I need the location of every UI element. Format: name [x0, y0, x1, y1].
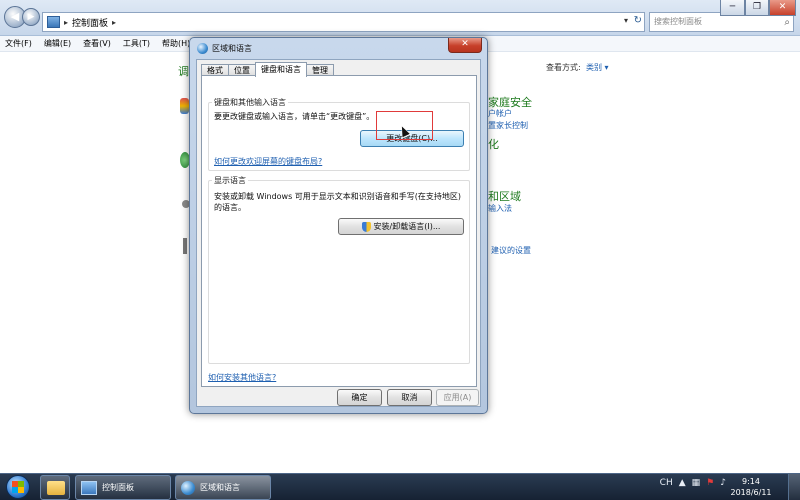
- minimize-button[interactable]: ─: [720, 0, 745, 16]
- taskbar-item-region-language[interactable]: 区域和语言: [175, 475, 271, 500]
- keyboards-group-title: 键盘和其他输入语言: [212, 97, 288, 108]
- control-panel-icon: [47, 16, 60, 28]
- taskbar-item-label: 控制面板: [102, 483, 134, 492]
- view-as-label: 查看方式:: [546, 63, 581, 72]
- breadcrumb-separator[interactable]: ▸: [64, 18, 68, 27]
- view-as-dropdown[interactable]: 类别 ▾: [586, 62, 609, 73]
- taskbar: 控制面板 区域和语言 CH ▲ ▦ ⚑ ♪ 9:14 2018/6/11: [0, 473, 800, 500]
- menu-view[interactable]: 查看(V): [83, 38, 111, 49]
- globe-icon: [197, 43, 208, 54]
- tab-keyboards-languages[interactable]: 键盘和语言: [255, 62, 307, 77]
- control-panel-icon: [81, 480, 97, 495]
- menu-tools[interactable]: 工具(T): [123, 38, 150, 49]
- dialog-body: 格式 位置 键盘和语言 管理 键盘和其他输入语言 要更改键盘或输入语言，请单击“…: [196, 59, 481, 407]
- action-center-icon[interactable]: ⚑: [706, 478, 714, 488]
- volume-icon[interactable]: ♪: [720, 478, 726, 488]
- cp-link-input-method[interactable]: 输入法: [488, 203, 512, 214]
- cp-link-user-accounts[interactable]: 户帐户: [488, 108, 512, 119]
- cp-heading-region[interactable]: 和区域: [488, 188, 521, 204]
- show-desktop-button[interactable]: [788, 474, 800, 500]
- close-button[interactable]: ✕: [769, 0, 796, 16]
- welcome-screen-keyboard-link[interactable]: 如何更改欢迎屏幕的键盘布局?: [214, 156, 322, 167]
- forward-button[interactable]: ▶: [22, 8, 40, 26]
- uac-shield-icon: [361, 221, 371, 232]
- dialog-close-button[interactable]: ✕: [448, 38, 482, 53]
- display-language-description: 安装或卸载 Windows 可用于显示文本和识别语音和手写(在支持地区)的语言。: [214, 192, 462, 212]
- explorer-titlebar: ◀ ▶ ▸ 控制面板 ▸ ▾ ↻ 搜索控制面板 ⌕ ─ ❐ ✕: [0, 0, 800, 36]
- apply-button[interactable]: 应用(A): [436, 389, 479, 406]
- cancel-button[interactable]: 取消: [387, 389, 432, 406]
- dialog-title: 区域和语言: [212, 44, 252, 53]
- breadcrumb-separator-2[interactable]: ▸: [112, 18, 116, 27]
- region-language-dialog: 区域和语言 ✕ 格式 位置 键盘和语言 管理 键盘和其他输入语言 要更改键盘或输…: [189, 37, 488, 414]
- cp-link-parental-controls[interactable]: 置家长控制: [488, 120, 528, 131]
- menu-help[interactable]: 帮助(H): [162, 38, 190, 49]
- clock-date: 2018/6/11: [730, 488, 772, 497]
- language-indicator[interactable]: CH: [660, 478, 673, 488]
- programs-icon: [183, 238, 187, 254]
- display-language-group-title: 显示语言: [212, 175, 248, 186]
- network-tray-icon[interactable]: ▦: [692, 478, 701, 488]
- taskbar-item-label: 区域和语言: [200, 483, 240, 492]
- search-placeholder: 搜索控制面板: [654, 17, 702, 26]
- refresh-icon[interactable]: ↻: [634, 15, 642, 26]
- tray-expand-icon[interactable]: ▲: [679, 478, 686, 488]
- tab-panel: 键盘和其他输入语言 要更改键盘或输入语言，请单击“更改键盘”。 更改键盘(C).…: [201, 75, 477, 387]
- folder-icon: [47, 480, 65, 495]
- address-dropdown-icon[interactable]: ▾: [624, 16, 628, 25]
- security-icon: [180, 98, 189, 114]
- start-button[interactable]: [3, 474, 33, 500]
- install-other-languages-link[interactable]: 如何安装其他语言?: [208, 372, 276, 383]
- address-bar[interactable]: ▸ 控制面板 ▸ ▾ ↻: [42, 12, 645, 32]
- ok-button[interactable]: 确定: [337, 389, 382, 406]
- cp-heading-fragment: 调: [178, 65, 189, 78]
- taskbar-item-control-panel[interactable]: 控制面板: [75, 475, 171, 500]
- system-tray: CH ▲ ▦ ⚑ ♪: [660, 478, 726, 488]
- install-uninstall-languages-label: 安装/卸载语言(I)...: [373, 222, 441, 231]
- cp-link-recommended-settings[interactable]: 建议的设置: [491, 245, 531, 256]
- display-language-group: 显示语言 安装或卸载 Windows 可用于显示文本和识别语音和手写(在支持地区…: [208, 175, 470, 364]
- tab-strip: 格式 位置 键盘和语言 管理: [201, 62, 334, 77]
- install-uninstall-languages-button[interactable]: 安装/卸载语言(I)...: [338, 218, 464, 235]
- taskbar-explorer[interactable]: [40, 475, 70, 500]
- search-icon: ⌕: [784, 17, 790, 28]
- menu-edit[interactable]: 编辑(E): [44, 38, 71, 49]
- windows-logo-icon-lower: [12, 487, 24, 493]
- clock-time: 9:14: [742, 477, 760, 486]
- cp-heading-appearance[interactable]: 化: [488, 136, 499, 152]
- globe-icon: [181, 480, 195, 495]
- breadcrumb-control-panel[interactable]: 控制面板: [72, 16, 108, 29]
- maximize-button[interactable]: ❐: [745, 0, 769, 16]
- menu-file[interactable]: 文件(F): [5, 38, 32, 49]
- clock[interactable]: 9:14 2018/6/11: [730, 476, 772, 498]
